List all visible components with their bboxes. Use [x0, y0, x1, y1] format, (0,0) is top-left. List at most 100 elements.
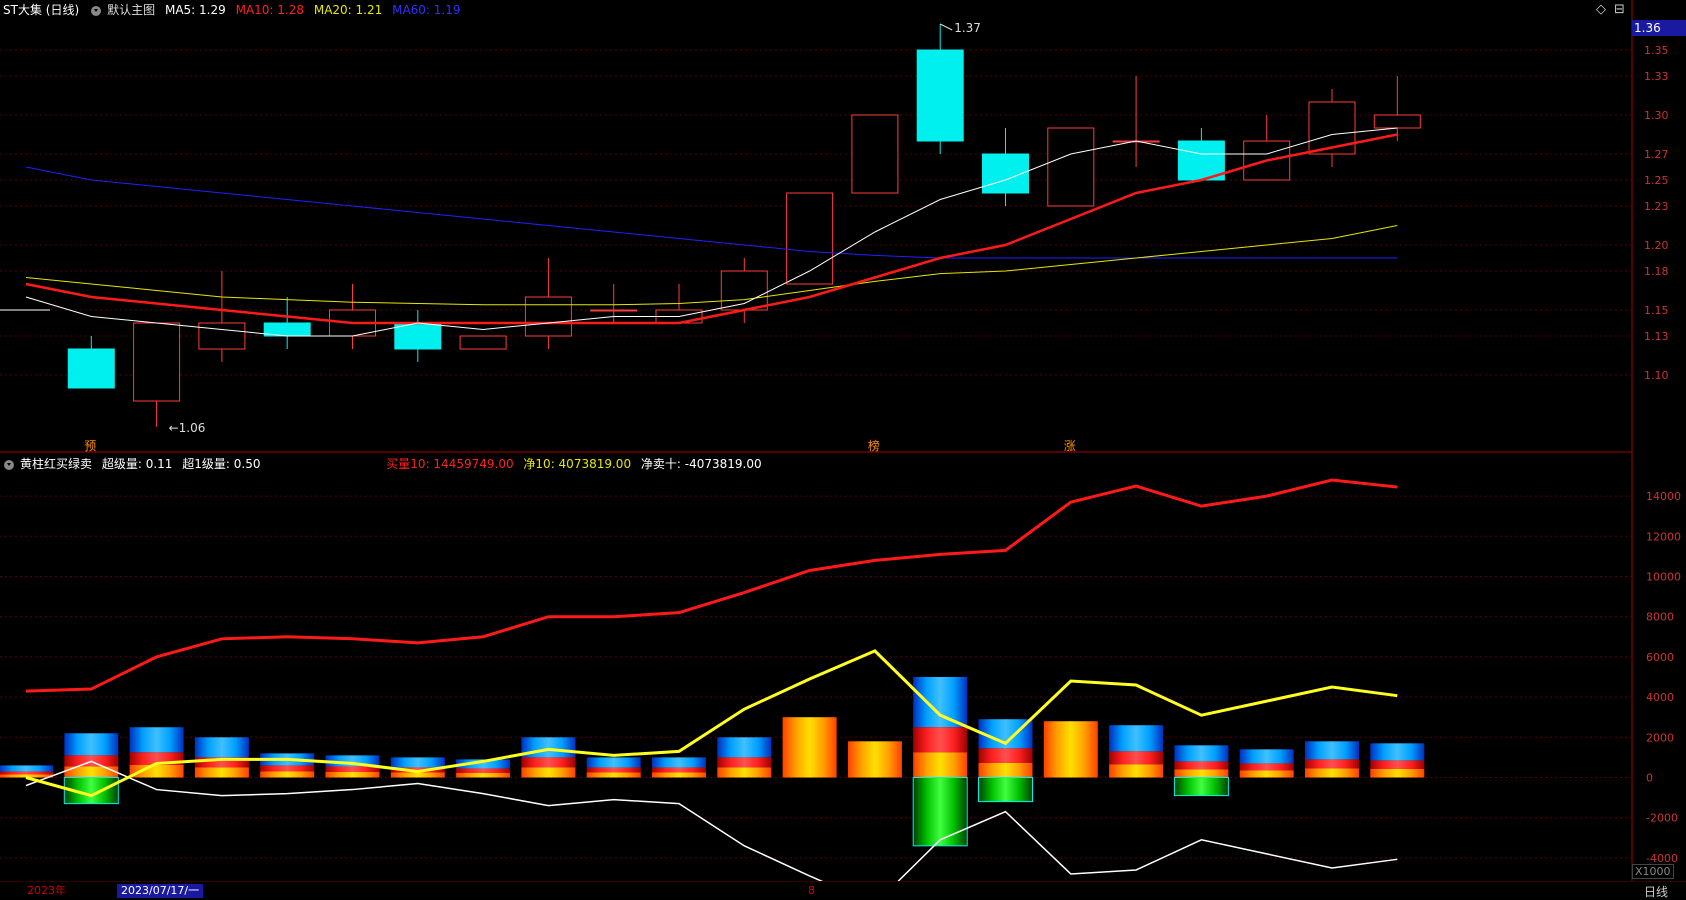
volume-bar-red: [325, 766, 380, 772]
volume-bar-orange: [390, 772, 445, 778]
volume-bar-orange: [521, 767, 576, 778]
volume-tick-label: -4000: [1646, 852, 1678, 865]
candle-up: [1047, 127, 1095, 207]
volume-bar-blue: [1174, 745, 1229, 762]
volume-bar-orange: [717, 767, 772, 778]
buy10-value: 买量10: 14459749.00: [386, 457, 514, 471]
volume-bar-orange: [1174, 769, 1229, 778]
volume-bar-red: [0, 771, 53, 775]
volume-bar-blue: [1370, 743, 1425, 761]
volume-bar-blue: [390, 757, 445, 768]
candle-up: [851, 114, 899, 194]
volume-tick-label: 2000: [1646, 731, 1674, 744]
stock-title[interactable]: ST大集 (日线): [3, 3, 79, 17]
price-tick-label: 1.27: [1644, 148, 1669, 161]
date-axis-bar: 2023年 2023/07/17/一 8: [0, 881, 1686, 900]
volume-bar-blue: [1109, 725, 1164, 752]
volume-bar-red: [260, 765, 315, 772]
volume-bar-red: [1239, 763, 1294, 771]
volume-bar-yellow: [782, 717, 837, 778]
main-chart-header: ST大集 (日线) 默认主图 MA5: 1.29 MA10: 1.28 MA20:…: [0, 0, 467, 20]
price-tick-label: 1.10: [1644, 369, 1669, 382]
candle-marker: 预: [84, 439, 96, 453]
volume-bar-orange: [456, 772, 511, 778]
volume-bar-red: [652, 767, 706, 773]
volume-tick-label: 14000: [1646, 490, 1681, 503]
volume-bar-orange: [1239, 770, 1294, 778]
volume-bar-blue: [194, 737, 249, 758]
volume-bar-blue: [652, 757, 706, 768]
volume-bar-yellow: [847, 741, 902, 778]
volume-bar-orange: [325, 771, 380, 778]
high-price-arrow: [939, 23, 953, 31]
volume-bar-orange: [913, 752, 968, 778]
super-volume: 超级量: 0.11: [101, 457, 173, 471]
volume-bar-red: [1305, 759, 1359, 769]
candle-up: [590, 309, 638, 312]
volume-tick-label: 6000: [1646, 651, 1674, 664]
price-tick-label: 1.25: [1644, 174, 1669, 187]
price-tick-label: 1.35: [1644, 44, 1669, 57]
volume-bar-red: [913, 727, 968, 753]
candle-up: [133, 322, 181, 402]
volume-bar-blue: [717, 737, 772, 758]
chart-window[interactable]: 1.35 1.33 1.30 1.27 1.25 1.23 1.20 1.18 1.15 1.13…: [0, 0, 1686, 900]
volume-bar-orange: [1370, 768, 1425, 778]
high-price-label: 1.37: [954, 21, 981, 35]
volume-bar-red: [1174, 761, 1229, 770]
volume-bar-red: [717, 757, 772, 768]
price-tick-label: 1.13: [1644, 330, 1669, 343]
volume-bar-red: [1109, 751, 1164, 765]
price-tick-label: 1.15: [1644, 304, 1669, 317]
candle-down: [67, 348, 115, 389]
scale-label[interactable]: X1000: [1632, 864, 1674, 879]
volume-bar-blue: [1239, 749, 1294, 764]
volume-bar-orange: [194, 767, 249, 778]
volume-bar-green: [1173, 777, 1229, 797]
template-name[interactable]: 默认主图: [107, 3, 155, 17]
ma5-value: MA5: 1.29: [164, 3, 226, 17]
candle-up: [459, 335, 507, 350]
volume-bar-orange: [1305, 768, 1359, 778]
chart-canvas[interactable]: 1.35 1.33 1.30 1.27 1.25 1.23 1.20 1.18 1.15 1.13…: [0, 0, 1686, 899]
ma60-value: MA60: 1.19: [392, 3, 461, 17]
ma60-line: [25, 166, 1398, 259]
ma10-value: MA10: 1.28: [235, 3, 305, 17]
candle-down: [394, 322, 442, 350]
year-label: 2023年: [27, 884, 66, 897]
candle-down: [916, 49, 964, 142]
volume-bar-orange: [260, 771, 315, 778]
volume-bar-blue: [1305, 741, 1359, 760]
indicator-dropdown-icon[interactable]: [4, 459, 14, 470]
month-label: 8: [808, 884, 815, 897]
volume-tick-label: 8000: [1646, 611, 1674, 624]
volume-tick-label: -2000: [1646, 812, 1678, 825]
template-dropdown-icon[interactable]: [91, 5, 102, 16]
diamond-icon[interactable]: ◇: [1596, 2, 1606, 17]
volume-tick-label: 4000: [1646, 691, 1674, 704]
volume-bar-orange: [586, 772, 641, 778]
volume-bar-orange: [652, 772, 706, 778]
candle-marker: 涨: [1064, 438, 1076, 453]
volume-bar-blue: [0, 765, 53, 772]
indicator-name[interactable]: 黄柱红买绿卖: [20, 457, 92, 471]
volume-tick-label: 10000: [1646, 571, 1681, 584]
price-tick-label: 1.20: [1644, 239, 1669, 252]
price-tick-label: 1.30: [1644, 109, 1669, 122]
volume-bar-blue: [521, 737, 576, 758]
volume-bar-blue: [64, 733, 119, 756]
ma20-value: MA20: 1.21: [313, 3, 383, 17]
low-price-label: ←1.06: [169, 421, 206, 435]
price-tick-label: 1.23: [1644, 200, 1669, 213]
collapse-icon[interactable]: ⊟: [1614, 2, 1625, 17]
candle-up: [1373, 114, 1421, 129]
period-label[interactable]: 日线: [1644, 883, 1668, 900]
current-price-tag: 1.36: [1632, 20, 1686, 36]
cursor-date: 2023/07/17/一: [117, 884, 204, 898]
volume-bar-yellow: [1043, 721, 1098, 778]
volume-bar-red: [456, 768, 511, 773]
volume-bar-red: [521, 757, 576, 768]
volume-bar-red: [978, 748, 1033, 763]
volume-bar-blue: [913, 677, 968, 728]
price-tick-label: 1.18: [1644, 265, 1669, 278]
